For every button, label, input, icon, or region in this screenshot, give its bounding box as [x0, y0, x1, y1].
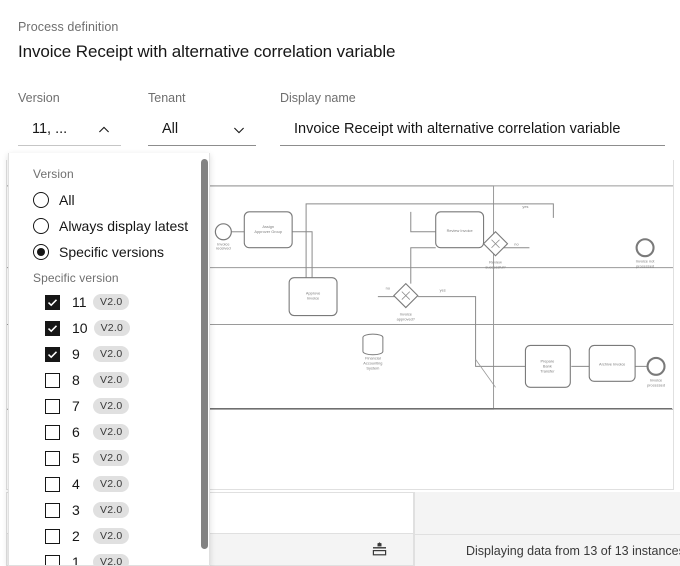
version-number: 3: [72, 502, 80, 518]
svg-text:successful?: successful?: [485, 265, 506, 270]
version-option-row[interactable]: 5 V2.0: [9, 445, 209, 471]
version-option-row[interactable]: 9 V2.0: [9, 341, 209, 367]
version-tag-badge: V2.0: [93, 476, 130, 492]
tenant-select-value: All: [162, 121, 179, 137]
version-tag-badge: V2.0: [93, 554, 130, 565]
svg-text:Invoice: Invoice: [307, 296, 319, 301]
version-option-row[interactable]: 10 V2.0: [9, 315, 209, 341]
version-number: 11: [72, 294, 87, 310]
display-name-input[interactable]: Invoice Receipt with alternative correla…: [280, 113, 665, 146]
svg-text:received: received: [216, 246, 231, 251]
checkbox-icon[interactable]: [45, 502, 60, 518]
page-title: Invoice Receipt with alternative correla…: [18, 42, 396, 61]
version-mode-option-all[interactable]: All: [9, 187, 209, 213]
version-tag-badge: V2.0: [93, 294, 130, 310]
instances-status-text: Displaying data from 13 of 13 instances.: [415, 534, 680, 566]
specific-version-label: Specific version: [33, 271, 119, 285]
collapse-panel-icon[interactable]: [372, 542, 387, 557]
version-mode-option-latest[interactable]: Always display latest: [9, 213, 209, 239]
version-mode-label: All: [59, 192, 75, 208]
version-dropdown-panel[interactable]: Version All Always display latest Specif…: [8, 153, 210, 566]
checkbox-checked-icon[interactable]: [45, 320, 60, 336]
version-select-value: 11, ...: [32, 121, 68, 137]
version-option-row[interactable]: 6 V2.0: [9, 419, 209, 445]
svg-text:processed: processed: [647, 382, 665, 387]
checkbox-icon[interactable]: [45, 450, 60, 466]
svg-text:approved?: approved?: [397, 317, 416, 322]
version-field-label: Version: [18, 91, 60, 105]
version-option-row[interactable]: 4 V2.0: [9, 471, 209, 497]
svg-text:Transfer: Transfer: [540, 368, 555, 373]
checkbox-icon[interactable]: [45, 424, 60, 440]
display-name-value: Invoice Receipt with alternative correla…: [294, 121, 621, 137]
display-name-field-label: Display name: [280, 91, 356, 105]
svg-text:no: no: [386, 286, 390, 291]
version-number: 7: [72, 398, 80, 414]
checkbox-icon[interactable]: [45, 554, 60, 565]
lower-right-panel: Displaying data from 13 of 13 instances.: [414, 492, 680, 566]
version-tag-badge: V2.0: [93, 346, 130, 362]
dropdown-section-label: Version: [33, 167, 74, 181]
tenant-select[interactable]: All: [148, 113, 256, 146]
specific-version-list[interactable]: 11 V2.0 10 V2.0 9 V2.0 8 V2.0 7 V2.0 6 V2.0 5 V2.0 4 V2…: [9, 289, 209, 566]
version-number: 10: [72, 320, 88, 336]
version-tag-badge: V2.0: [93, 372, 130, 388]
version-mode-option-specific[interactable]: Specific versions: [9, 239, 209, 265]
svg-text:yes: yes: [522, 204, 528, 209]
process-definition-page: Process definition Invoice Receipt with …: [0, 0, 680, 566]
svg-text:no: no: [514, 242, 518, 247]
checkbox-checked-icon[interactable]: [45, 294, 60, 310]
version-mode-label: Always display latest: [59, 218, 189, 234]
checkbox-icon[interactable]: [45, 528, 60, 544]
chevron-up-icon[interactable]: [97, 123, 111, 137]
chevron-down-icon[interactable]: [232, 123, 246, 137]
version-select[interactable]: 11, ...: [18, 113, 121, 146]
svg-text:Archive Invoice: Archive Invoice: [599, 361, 625, 366]
checkbox-icon[interactable]: [45, 372, 60, 388]
version-number: 9: [72, 346, 80, 362]
version-number: 6: [72, 424, 80, 440]
checkbox-checked-icon[interactable]: [45, 346, 60, 362]
version-option-row[interactable]: 8 V2.0: [9, 367, 209, 393]
version-tag-badge: V2.0: [93, 528, 130, 544]
svg-text:Approver Group: Approver Group: [254, 229, 282, 234]
dropdown-scrollbar[interactable]: [201, 159, 208, 549]
version-tag-badge: V2.0: [93, 450, 130, 466]
version-number: 1: [72, 554, 80, 566]
page-header: Process definition Invoice Receipt with …: [0, 0, 680, 82]
svg-text:Review Invoice: Review Invoice: [447, 228, 473, 233]
checkbox-icon[interactable]: [45, 476, 60, 492]
version-tag-badge: V2.0: [93, 424, 130, 440]
version-option-row[interactable]: 1 V2.0: [9, 549, 209, 566]
version-number: 2: [72, 528, 80, 544]
radio-icon[interactable]: [33, 192, 49, 208]
version-option-row[interactable]: 2 V2.0: [9, 523, 209, 549]
version-mode-label: Specific versions: [59, 244, 165, 260]
version-option-row[interactable]: 3 V2.0: [9, 497, 209, 523]
version-tag-badge: V2.0: [93, 398, 130, 414]
tenant-field-label: Tenant: [148, 91, 186, 105]
checkbox-icon[interactable]: [45, 398, 60, 414]
breadcrumb-kicker: Process definition: [18, 20, 119, 34]
svg-text:System: System: [366, 365, 379, 370]
version-tag-badge: V2.0: [93, 502, 130, 518]
version-option-row[interactable]: 7 V2.0: [9, 393, 209, 419]
version-number: 8: [72, 372, 80, 388]
radio-icon[interactable]: [33, 218, 49, 234]
version-number: 5: [72, 450, 80, 466]
svg-text:processed: processed: [636, 264, 654, 269]
version-tag-badge: V2.0: [93, 320, 130, 336]
version-option-row[interactable]: 11 V2.0: [9, 289, 209, 315]
svg-text:yes: yes: [440, 288, 446, 293]
version-number: 4: [72, 476, 80, 492]
radio-icon-selected[interactable]: [33, 244, 49, 260]
